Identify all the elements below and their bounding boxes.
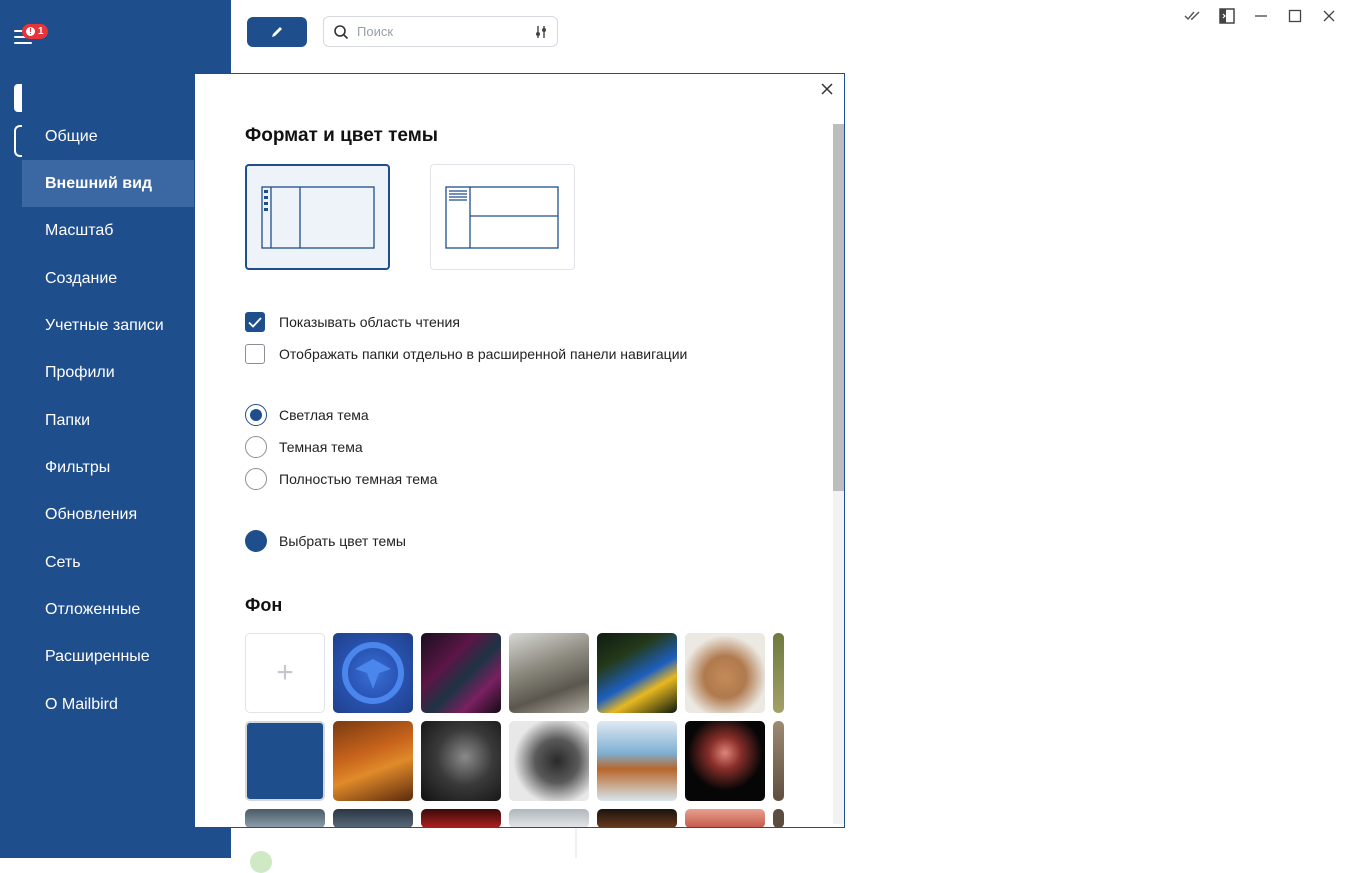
section-title: Формат и цвет темы: [245, 125, 439, 146]
settings-item-updates[interactable]: Обновления: [22, 491, 194, 538]
settings-item-appearance[interactable]: Внешний вид: [22, 160, 194, 207]
notification-count: 1: [38, 26, 44, 37]
choose-theme-color-option[interactable]: Выбрать цвет темы: [245, 530, 406, 552]
background-thumbnail[interactable]: [597, 809, 677, 827]
option-label: Выбрать цвет темы: [279, 533, 406, 549]
vertical-layout-icon: [261, 186, 375, 249]
window-controls: [1176, 4, 1346, 28]
settings-item-advanced[interactable]: Расширенные: [22, 633, 194, 680]
background-thumbnail[interactable]: [597, 633, 677, 713]
checkbox-checked[interactable]: [245, 312, 265, 332]
theme-color-swatch[interactable]: [245, 530, 267, 552]
minimize-icon[interactable]: [1244, 4, 1278, 28]
radio-selected[interactable]: [245, 404, 267, 426]
background-thumbnail[interactable]: [333, 633, 413, 713]
scrollbar-track[interactable]: [833, 491, 844, 824]
background-thumbnail[interactable]: [773, 633, 784, 713]
filter-sliders-icon[interactable]: [533, 24, 549, 40]
background-thumbnail[interactable]: [421, 809, 501, 827]
settings-item-snoozed[interactable]: Отложенные: [22, 586, 194, 633]
background-section-title: Фон: [245, 595, 283, 615]
background-thumbnail[interactable]: [245, 809, 325, 827]
background-thumbnail[interactable]: [421, 721, 501, 801]
reading-pane-toggle-icon[interactable]: [1210, 4, 1244, 28]
mark-all-read-icon[interactable]: [1176, 4, 1210, 28]
background-thumbnail[interactable]: [685, 721, 765, 801]
option-label: Полностью темная тема: [279, 471, 438, 487]
plus-icon: +: [276, 656, 294, 689]
avatar: [250, 851, 272, 873]
close-icon[interactable]: [818, 80, 836, 98]
option-label: Отображать папки отдельно в расширенной …: [279, 346, 688, 362]
background-thumbnail[interactable]: [509, 633, 589, 713]
settings-sidebar: Общие Внешний вид Масштаб Создание Учетн…: [22, 73, 194, 738]
settings-item-compose[interactable]: Создание: [22, 255, 194, 302]
background-thumbnail[interactable]: [509, 809, 589, 827]
settings-item-general[interactable]: Общие: [22, 113, 194, 160]
settings-item-folders[interactable]: Папки: [22, 397, 194, 444]
background-thumbnail[interactable]: [333, 809, 413, 827]
search-box[interactable]: [323, 16, 558, 47]
alert-icon: !: [26, 27, 35, 36]
checkmark-icon: [248, 316, 262, 328]
light-theme-option[interactable]: Светлая тема: [245, 404, 369, 426]
settings-item-scale[interactable]: Масштаб: [22, 207, 194, 254]
option-label: Темная тема: [279, 439, 363, 455]
add-background-button[interactable]: +: [245, 633, 325, 713]
radio-unselected[interactable]: [245, 468, 267, 490]
notification-badge: ! 1: [22, 24, 48, 39]
close-window-icon[interactable]: [1312, 4, 1346, 28]
list-item: [250, 845, 450, 873]
dark-theme-option[interactable]: Темная тема: [245, 436, 363, 458]
separate-folders-option[interactable]: Отображать папки отдельно в расширенной …: [245, 343, 687, 365]
compose-button[interactable]: [247, 17, 307, 47]
settings-item-network[interactable]: Сеть: [22, 539, 194, 586]
background-thumbnail[interactable]: [421, 633, 501, 713]
layout-option-horizontal[interactable]: [430, 164, 575, 270]
nav-stub: [14, 125, 22, 157]
background-thumbnail[interactable]: [773, 809, 784, 827]
settings-item-about[interactable]: О Mailbird: [22, 681, 194, 728]
search-icon: [334, 24, 349, 39]
settings-item-profiles[interactable]: Профили: [22, 349, 194, 396]
background-thumbnail[interactable]: [773, 721, 784, 801]
bird-logo-image: [342, 642, 404, 704]
full-dark-theme-option[interactable]: Полностью темная тема: [245, 468, 437, 490]
settings-item-accounts[interactable]: Учетные записи: [22, 302, 194, 349]
radio-unselected[interactable]: [245, 436, 267, 458]
option-label: Показывать область чтения: [279, 314, 460, 330]
layout-option-vertical[interactable]: [245, 164, 390, 270]
scrollbar-thumb[interactable]: [833, 124, 844, 491]
background-thumbnail[interactable]: [685, 809, 765, 827]
scrollbar[interactable]: [833, 124, 844, 824]
maximize-icon[interactable]: [1278, 4, 1312, 28]
background-thumbnail[interactable]: [333, 721, 413, 801]
horizontal-layout-icon: [445, 186, 559, 249]
background-thumbnail[interactable]: [685, 633, 765, 713]
pencil-icon: [272, 27, 282, 37]
search-input[interactable]: [355, 23, 519, 40]
background-thumbnail[interactable]: [597, 721, 677, 801]
settings-dialog: Формат и цвет темы Показывать область чт…: [194, 73, 845, 828]
checkbox-unchecked[interactable]: [245, 344, 265, 364]
show-reading-pane-option[interactable]: Показывать область чтения: [245, 311, 460, 333]
option-label: Светлая тема: [279, 407, 369, 423]
background-thumbnail-solid[interactable]: [245, 721, 325, 801]
divider: [575, 828, 577, 858]
nav-stub: [14, 84, 22, 112]
settings-item-filters[interactable]: Фильтры: [22, 444, 194, 491]
background-thumbnail[interactable]: [509, 721, 589, 801]
